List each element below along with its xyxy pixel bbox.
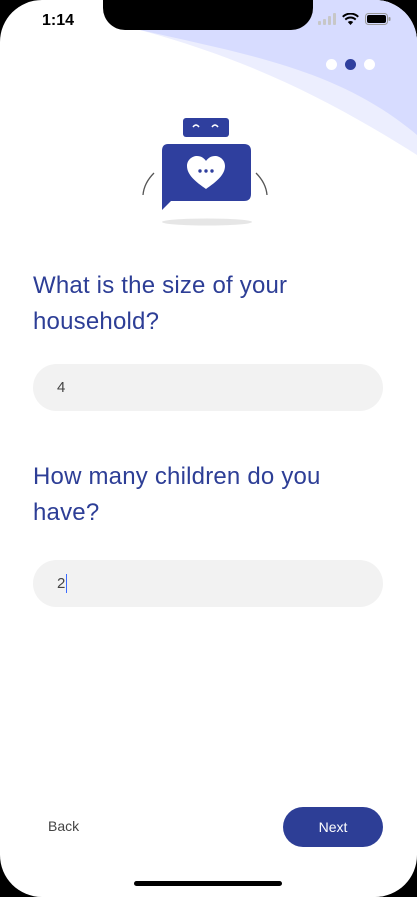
children-count-input[interactable]: 2: [33, 560, 383, 607]
device-notch: [103, 0, 313, 30]
progress-dot-active: [345, 59, 356, 70]
status-time: 1:14: [42, 12, 75, 29]
household-size-input[interactable]: 4: [33, 364, 383, 411]
progress-dots: [326, 59, 375, 70]
status-icons: [318, 13, 391, 25]
app-screen: 1:14 What is the size of your household?…: [0, 0, 417, 897]
progress-dot: [364, 59, 375, 70]
children-count-question: How many children do you have?: [33, 463, 321, 526]
robot-heart-illustration: [142, 118, 268, 226]
battery-icon: [365, 13, 391, 25]
wifi-icon: [342, 13, 359, 25]
progress-dot: [326, 59, 337, 70]
home-indicator: [134, 881, 282, 886]
next-button[interactable]: Next: [283, 807, 383, 847]
household-size-question: What is the size of your household?: [33, 272, 288, 335]
household-size-value: 4: [57, 379, 66, 396]
signal-icon: [318, 13, 336, 25]
children-count-value: 2: [57, 575, 66, 592]
text-caret: [66, 574, 68, 593]
back-button[interactable]: Back: [48, 818, 79, 834]
